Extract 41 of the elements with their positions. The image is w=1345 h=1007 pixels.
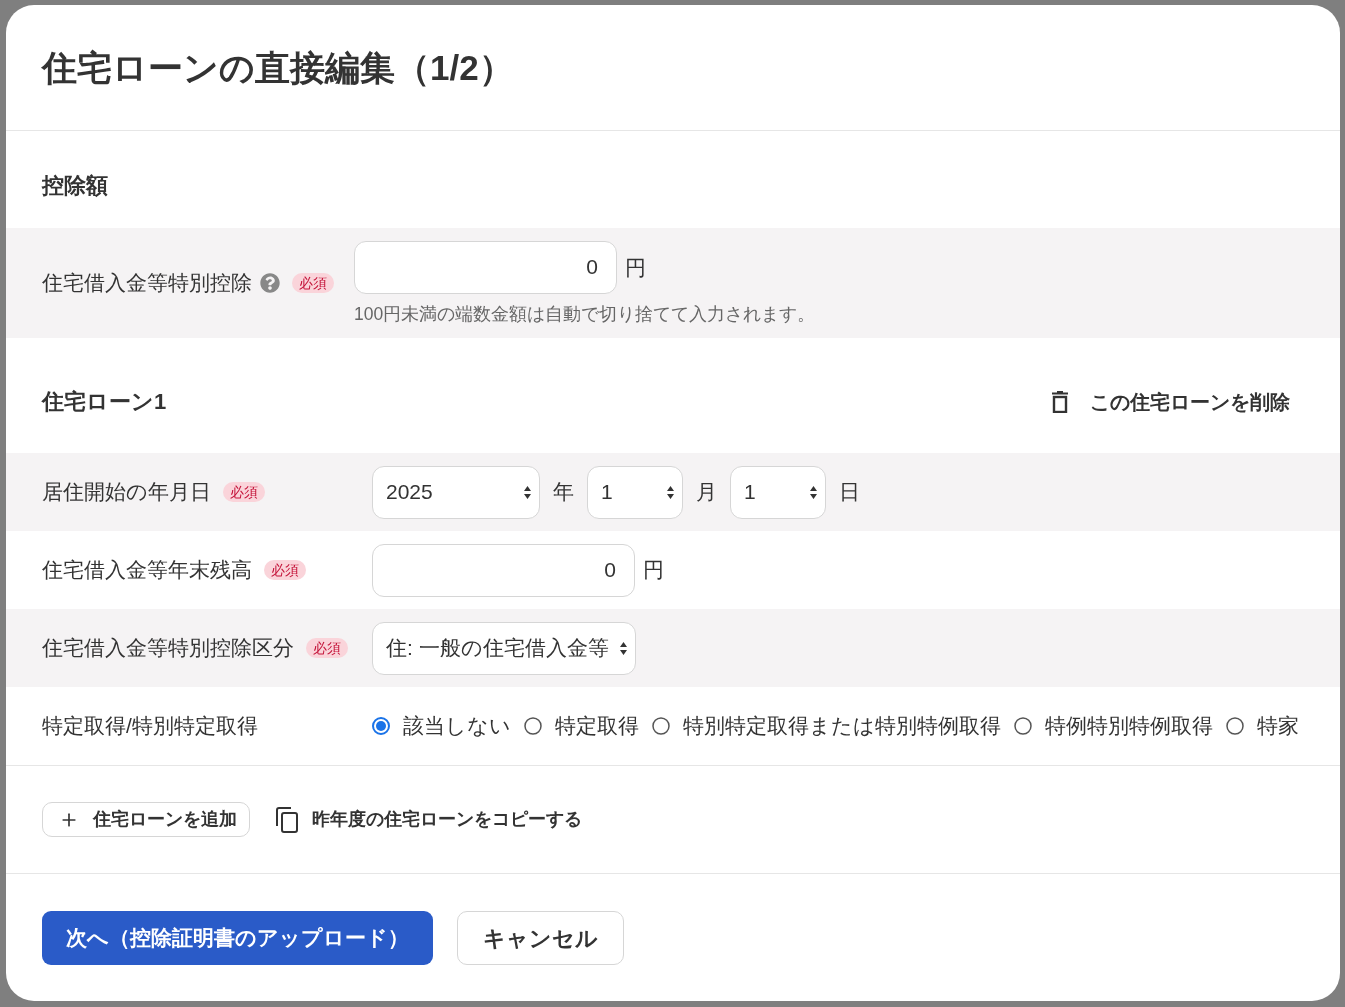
required-badge: 必須	[223, 482, 265, 502]
help-icon[interactable]	[260, 273, 280, 293]
updown-caret-icon	[620, 641, 627, 655]
cancel-button[interactable]: キャンセル	[457, 911, 624, 965]
dialog-title: 住宅ローンの直接編集（1/2）	[42, 47, 514, 90]
radio-option[interactable]: 特別特定取得または特別特例取得	[652, 710, 1001, 742]
dropdown-select[interactable]: 2025	[372, 465, 540, 519]
required-badge: 必須	[292, 273, 334, 293]
unit-label: 円	[625, 254, 646, 281]
updown-caret-icon	[810, 485, 817, 499]
section-heading: 控除額	[42, 172, 108, 200]
copy-icon	[276, 806, 298, 833]
hint-text: 100円未満の端数金額は自動で切り捨てて入力されます。	[354, 302, 816, 326]
required-badge: 必須	[306, 638, 348, 658]
section-heading: 住宅ローン1	[42, 388, 167, 416]
next-button[interactable]: 次へ（控除証明書のアップロード）	[42, 911, 433, 965]
dropdown-select[interactable]: 1	[587, 465, 683, 519]
field-label: 住宅借入金等年末残高	[42, 557, 252, 584]
field-label: 居住開始の年月日	[42, 479, 211, 506]
add-loan-button[interactable]: 住宅ローンを追加	[42, 802, 250, 837]
field-label: 住宅借入金等特別控除区分	[42, 635, 294, 662]
radio-option[interactable]: 特家	[1226, 710, 1299, 742]
amount-input[interactable]: 0	[354, 240, 617, 294]
trash-icon	[1052, 390, 1068, 413]
field-label: 特定取得/特別特定取得	[42, 713, 258, 740]
field-label: 住宅借入金等特別控除	[42, 270, 252, 297]
unit-label: 月	[696, 479, 717, 506]
updown-caret-icon	[667, 485, 674, 499]
unit-label: 円	[643, 557, 664, 584]
delete-loan-button[interactable]: この住宅ローンを削除	[1052, 386, 1290, 417]
radio-option[interactable]: 特定取得	[524, 710, 639, 742]
amount-input[interactable]: 0	[372, 543, 635, 597]
radio-option[interactable]: 特例特別特例取得	[1014, 710, 1213, 742]
copy-loan-link[interactable]: 昨年度の住宅ローンをコピーする	[276, 806, 582, 833]
updown-caret-icon	[524, 485, 531, 499]
required-badge: 必須	[264, 560, 306, 580]
unit-label: 日	[839, 479, 860, 506]
dropdown-select[interactable]: 1	[730, 465, 826, 519]
dropdown-select[interactable]: 住: 一般の住宅借入金等	[372, 621, 636, 675]
unit-label: 年	[553, 479, 574, 506]
radio-option[interactable]: 該当しない	[372, 710, 511, 742]
